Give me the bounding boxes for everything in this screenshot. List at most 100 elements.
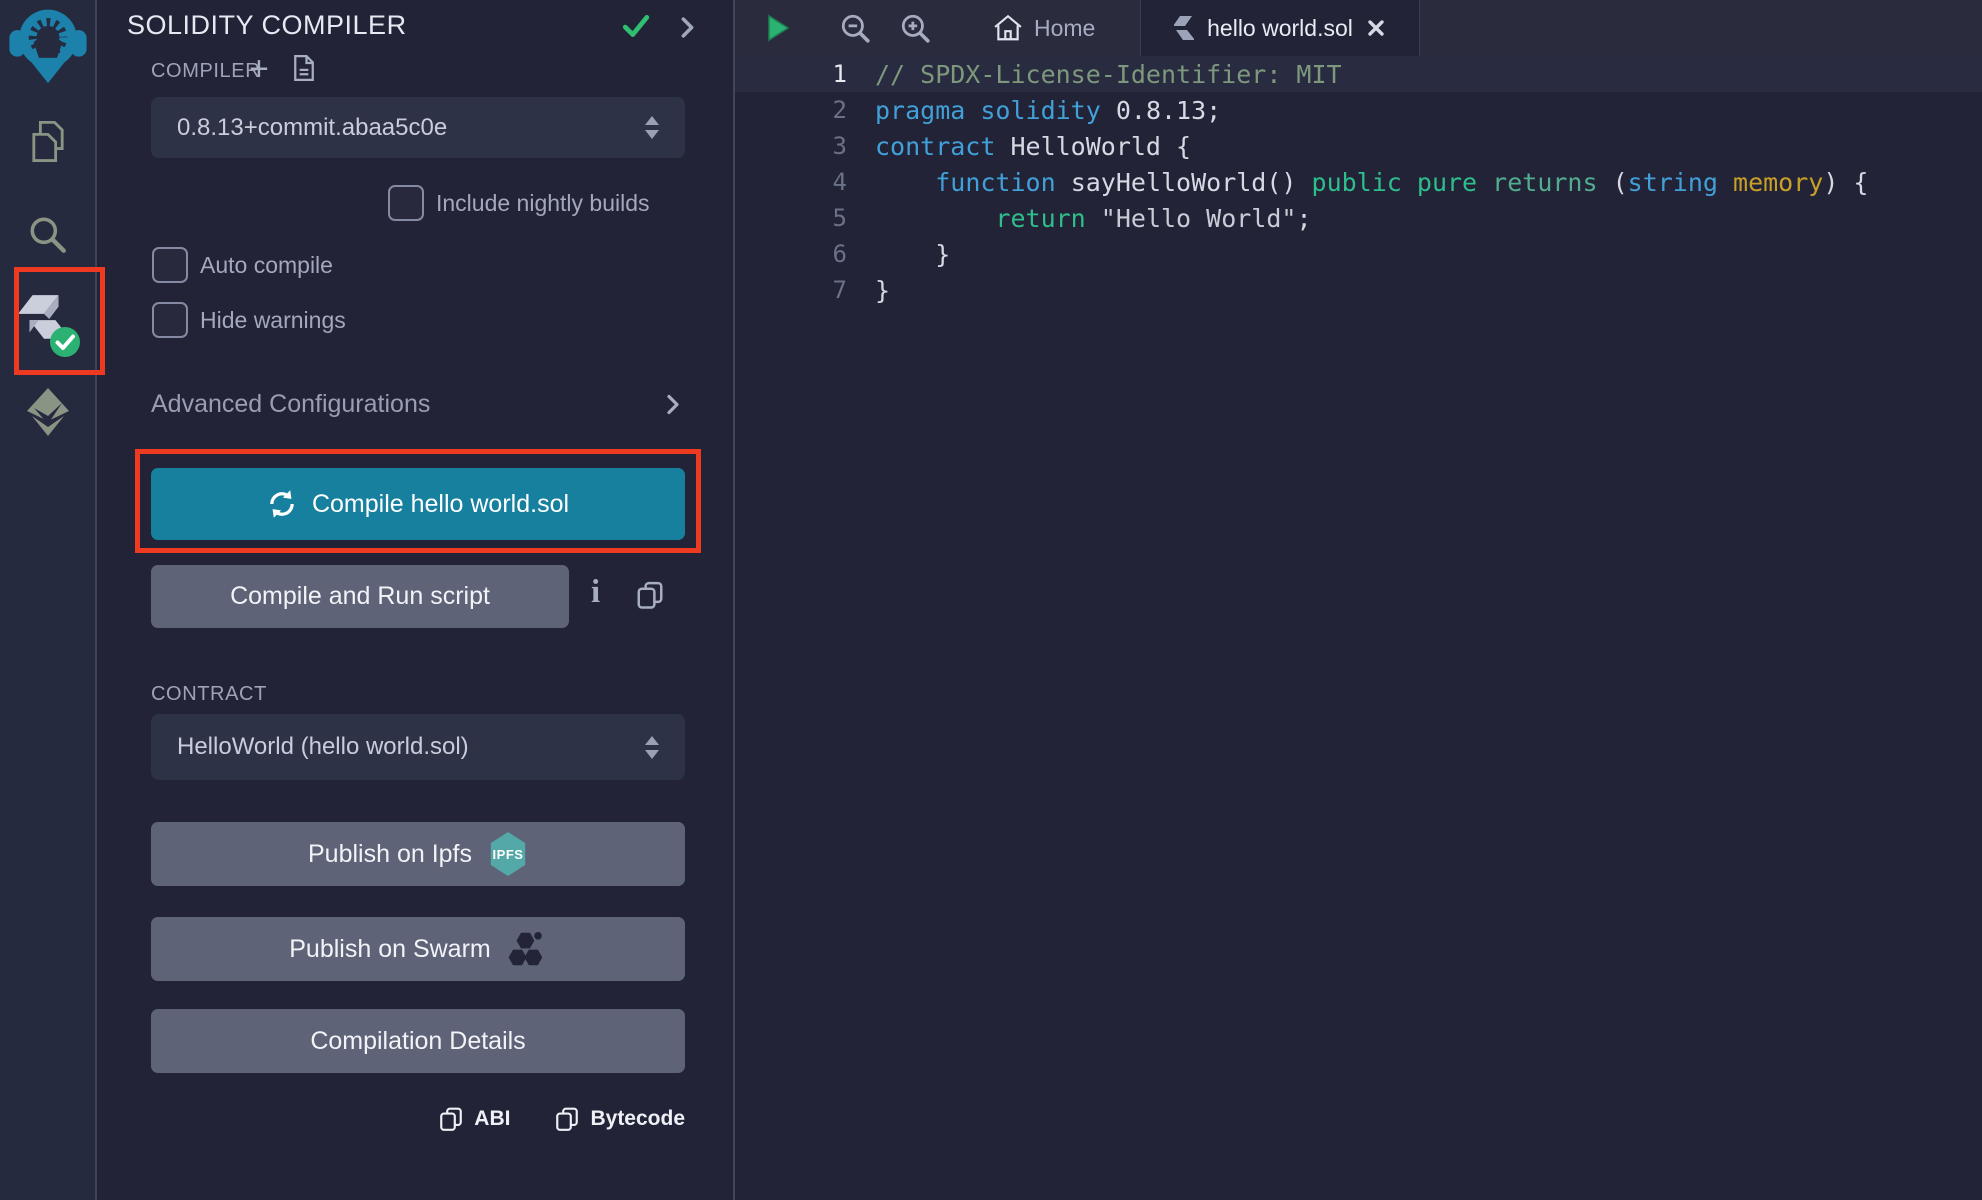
compilation-details-label: Compilation Details [310, 1027, 525, 1056]
code-content: function sayHelloWorld() public pure ret… [875, 168, 1868, 197]
remix-ide-window: SOLIDITY COMPILER COMPILER + 0.8.13+comm… [0, 0, 1982, 1200]
select-updown-arrows [645, 116, 659, 139]
line-number: 7 [735, 276, 847, 304]
hide-warnings-checkbox[interactable] [152, 302, 188, 338]
publish-ipfs-label: Publish on Ipfs [308, 840, 472, 869]
panel-chevron-right-icon[interactable] [679, 15, 696, 45]
compilation-details-button[interactable]: Compilation Details [151, 1009, 685, 1073]
solidity-compiler-panel: SOLIDITY COMPILER COMPILER + 0.8.13+comm… [99, 0, 733, 1200]
contract-select[interactable]: HelloWorld (hello world.sol) [151, 714, 685, 780]
solidity-compiler-button[interactable] [0, 292, 95, 356]
code-token: } [875, 240, 950, 269]
copy-abi-button[interactable]: ABI [438, 1106, 510, 1132]
info-icon[interactable]: i [591, 574, 600, 611]
code-line[interactable]: 5 return "Hello World"; [735, 200, 1982, 236]
code-token [1086, 204, 1101, 233]
auto-compile-row: Auto compile [152, 247, 333, 283]
zoom-in-button[interactable] [899, 12, 931, 49]
code-content: // SPDX-License-Identifier: MIT [875, 60, 1342, 89]
code-token: public [1312, 168, 1402, 197]
compiler-doc-icon[interactable] [289, 53, 319, 88]
line-number: 1 [735, 60, 847, 88]
nightly-builds-label: Include nightly builds [436, 190, 650, 217]
compile-success-check-icon [621, 12, 651, 45]
line-number: 5 [735, 204, 847, 232]
compile-and-run-button[interactable]: Compile and Run script [151, 565, 569, 628]
compile-and-run-label: Compile and Run script [230, 582, 490, 611]
publish-ipfs-button[interactable]: Publish on Ipfs IPFS [151, 822, 685, 886]
success-check-badge [49, 326, 81, 358]
line-number: 2 [735, 96, 847, 124]
abi-bytecode-row: ABI Bytecode [151, 1106, 685, 1132]
tab-home[interactable]: Home [985, 0, 1103, 56]
code-content: } [875, 276, 890, 305]
ipfs-icon: IPFS [488, 832, 528, 876]
code-token: pragma [875, 96, 965, 125]
publish-swarm-label: Publish on Swarm [289, 935, 490, 964]
remix-logo[interactable] [0, 6, 95, 88]
deploy-run-button[interactable] [0, 387, 95, 437]
code-content: contract HelloWorld { [875, 132, 1191, 161]
line-number: 3 [735, 132, 847, 160]
code-token: // SPDX-License-Identifier: MIT [875, 60, 1342, 89]
compiler-section-label: COMPILER [151, 60, 260, 83]
editor-tab-bar: Home hello world.sol [735, 0, 1982, 56]
remix-logo-icon [9, 6, 87, 88]
run-script-play-button[interactable] [765, 14, 791, 47]
tab-hello-world-sol[interactable]: hello world.sol [1140, 0, 1420, 56]
tab-hello-world-sol-label: hello world.sol [1207, 15, 1353, 42]
file-explorer-button[interactable] [0, 118, 95, 166]
code-line[interactable]: 3 contract HelloWorld { [735, 128, 1982, 164]
advanced-chevron-right-icon[interactable] [665, 392, 681, 422]
deploy-run-icon [25, 387, 71, 437]
code-content: pragma solidity 0.8.13; [875, 96, 1221, 125]
copy-bytecode-button[interactable]: Bytecode [554, 1106, 685, 1132]
zoom-out-icon [839, 12, 871, 44]
refresh-icon [267, 489, 297, 519]
tab-home-label: Home [1034, 15, 1095, 42]
code-line[interactable]: 4 function sayHelloWorld() public pure r… [735, 164, 1982, 200]
code-line[interactable]: 7} [735, 272, 1982, 308]
code-line[interactable]: 2 pragma solidity 0.8.13; [735, 92, 1982, 128]
code-token [875, 204, 995, 233]
hide-warnings-row: Hide warnings [152, 302, 346, 338]
code-token: string [1628, 168, 1718, 197]
compiler-version-value: 0.8.13+commit.abaa5c0e [177, 114, 447, 142]
code-token: 0.8.13; [1101, 96, 1221, 125]
close-icon[interactable] [1366, 18, 1386, 38]
bytecode-label: Bytecode [590, 1107, 685, 1131]
code-token: } [875, 276, 890, 305]
code-token: returns [1492, 168, 1597, 197]
line-number: 4 [735, 168, 847, 196]
ipfs-icon-text: IPFS [493, 847, 524, 862]
add-compiler-icon[interactable]: + [249, 52, 269, 86]
code-line[interactable]: 1 // SPDX-License-Identifier: MIT [735, 56, 1982, 92]
play-icon [765, 14, 791, 42]
code-token [965, 96, 980, 125]
auto-compile-checkbox[interactable] [152, 247, 188, 283]
contract-section-label: CONTRACT [151, 683, 267, 706]
code-token: ) { [1823, 168, 1868, 197]
code-token [875, 168, 935, 197]
code-token: function [935, 168, 1055, 197]
compile-button-label: Compile hello world.sol [312, 490, 569, 519]
code-token: sayHelloWorld() [1056, 168, 1312, 197]
advanced-configurations-toggle[interactable]: Advanced Configurations [151, 390, 430, 419]
abi-label: ABI [474, 1107, 510, 1131]
code-line[interactable]: 6 } [735, 236, 1982, 272]
code-token: ( [1598, 168, 1628, 197]
compile-button[interactable]: Compile hello world.sol [151, 468, 685, 540]
publish-swarm-button[interactable]: Publish on Swarm [151, 917, 685, 981]
home-icon [993, 14, 1023, 42]
nightly-builds-checkbox[interactable] [388, 185, 424, 221]
swarm-icon [507, 930, 547, 968]
code-lines: 1 // SPDX-License-Identifier: MIT 2 pragma … [735, 56, 1982, 1200]
code-token: contract [875, 132, 995, 161]
search-icon [26, 213, 70, 257]
copy-icon[interactable] [635, 580, 665, 615]
vertical-icon-panel [0, 0, 97, 1200]
search-button[interactable] [0, 213, 95, 257]
file-explorer-icon [24, 118, 72, 166]
compiler-version-select[interactable]: 0.8.13+commit.abaa5c0e [151, 97, 685, 158]
zoom-out-button[interactable] [839, 12, 871, 49]
